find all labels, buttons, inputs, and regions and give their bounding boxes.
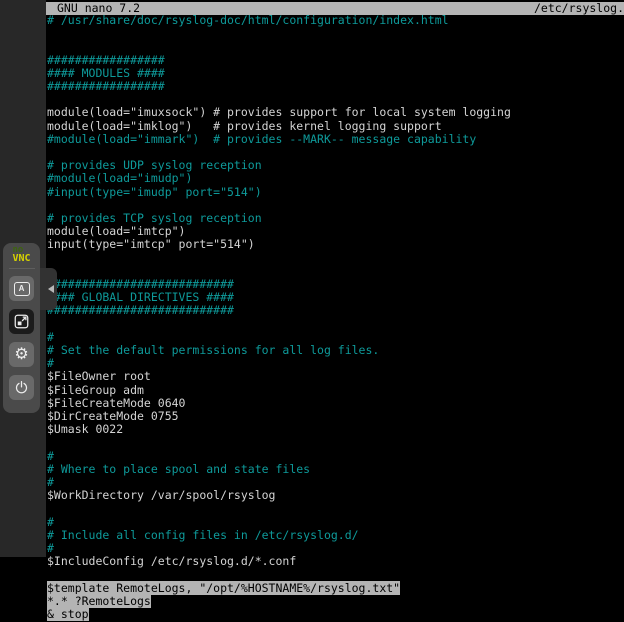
- editor-line: [47, 502, 624, 515]
- editor-line: [47, 265, 624, 278]
- editor-line: [47, 568, 624, 581]
- editor-line: #################: [47, 80, 624, 93]
- editor-line: #module(load="immark") # provides --MARK…: [47, 133, 624, 146]
- editor-line: $FileGroup adm: [47, 384, 624, 397]
- novnc-bar-handle[interactable]: [40, 268, 57, 310]
- clipboard-a-icon: A: [14, 282, 30, 296]
- novnc-logo: no VNC: [12, 247, 30, 263]
- terminal-window[interactable]: GNU nano 7.2 /etc/rsyslog. # /usr/share/…: [46, 0, 624, 622]
- editor-line: # Set the default permissions for all lo…: [47, 344, 624, 357]
- selected-text: & stop: [47, 607, 89, 621]
- clipboard-button[interactable]: A: [9, 276, 34, 301]
- editor-line: #################: [47, 54, 624, 67]
- editor-line: $Umask 0022: [47, 423, 624, 436]
- editor-line: $WorkDirectory /var/spool/rsyslog: [47, 489, 624, 502]
- editor-line: & stop: [47, 608, 624, 621]
- editor-line: #: [47, 331, 624, 344]
- editor-line: # Include all config files in /etc/rsysl…: [47, 529, 624, 542]
- editor-line: [47, 27, 624, 40]
- toolbar-divider: [9, 268, 35, 269]
- editor-line: $FileOwner root: [47, 370, 624, 383]
- editor-line: input(type="imtcp" port="514"): [47, 238, 624, 251]
- editor-content[interactable]: # /usr/share/doc/rsyslog-doc/html/config…: [47, 14, 624, 621]
- editor-line: #input(type="imudp" port="514"): [47, 186, 624, 199]
- editor-line: $IncludeConfig /etc/rsyslog.d/*.conf: [47, 555, 624, 568]
- editor-line: #module(load="imudp"): [47, 172, 624, 185]
- editor-line: $FileCreateMode 0640: [47, 397, 624, 410]
- editor-line: [47, 199, 624, 212]
- editor-line: module(load="imklog") # provides kernel …: [47, 120, 624, 133]
- editor-line: $DirCreateMode 0755: [47, 410, 624, 423]
- fullscreen-icon: [14, 314, 29, 329]
- editor-line: [47, 40, 624, 53]
- editor-line: [47, 252, 624, 265]
- fullscreen-button[interactable]: [9, 309, 34, 334]
- editor-line: module(load="imuxsock") # provides suppo…: [47, 106, 624, 119]
- editor-line: ###########################: [47, 304, 624, 317]
- selected-text: $template RemoteLogs, "/opt/%HOSTNAME%/r…: [47, 581, 400, 595]
- editor-line: $template RemoteLogs, "/opt/%HOSTNAME%/r…: [47, 582, 624, 595]
- novnc-logo-vnc: VNC: [12, 254, 30, 263]
- editor-line: #: [47, 516, 624, 529]
- selected-text: *.* ?RemoteLogs: [47, 594, 151, 608]
- power-button[interactable]: [9, 375, 34, 400]
- editor-line: #### MODULES ####: [47, 67, 624, 80]
- editor-line: [47, 436, 624, 449]
- editor-line: # Where to place spool and state files: [47, 463, 624, 476]
- editor-line: # /usr/share/doc/rsyslog-doc/html/config…: [47, 14, 624, 27]
- novnc-control-bar: no VNC A ⚙: [3, 243, 40, 413]
- editor-line: *.* ?RemoteLogs: [47, 595, 624, 608]
- editor-line: #: [47, 450, 624, 463]
- settings-button[interactable]: ⚙: [9, 342, 34, 367]
- power-icon: [14, 380, 29, 395]
- gear-icon: ⚙: [14, 347, 28, 363]
- editor-line: [47, 318, 624, 331]
- collapse-left-icon: [48, 285, 54, 293]
